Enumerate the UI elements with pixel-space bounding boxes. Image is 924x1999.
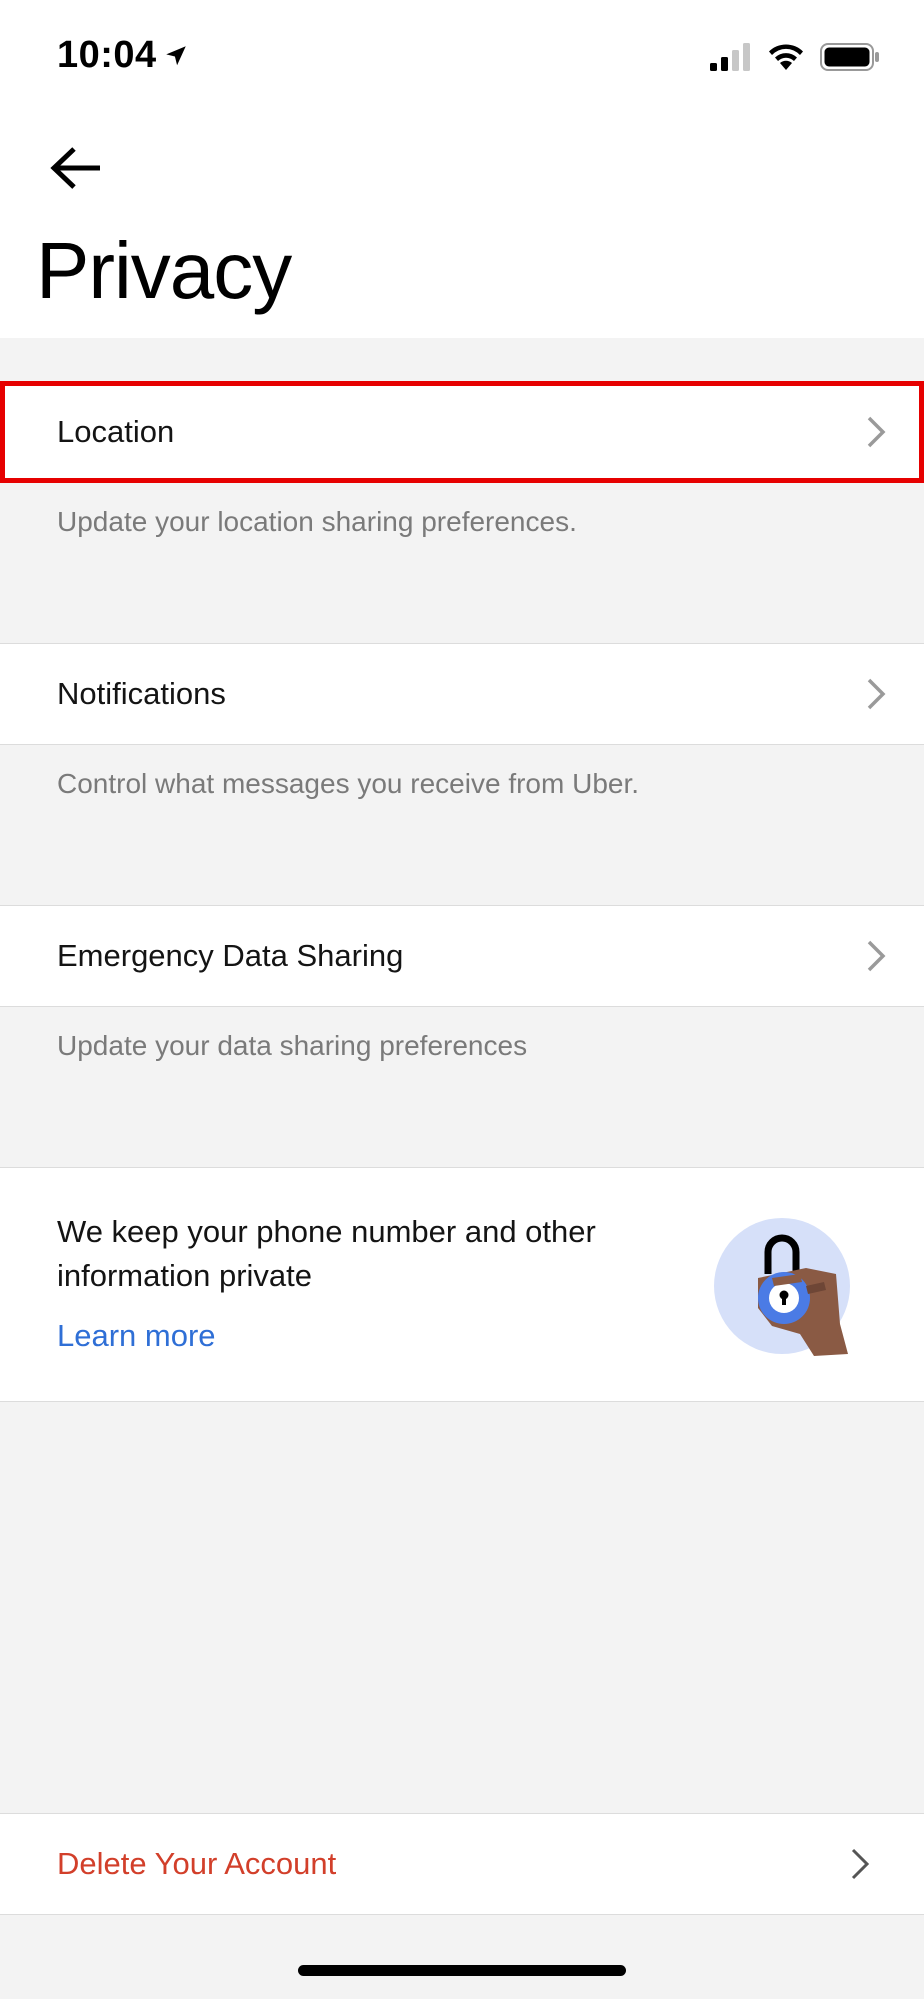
location-description: Update your location sharing preferences… <box>57 506 577 537</box>
privacy-info-card: We keep your phone number and other info… <box>0 1167 924 1402</box>
battery-icon <box>820 43 879 71</box>
privacy-info-text: We keep your phone number and other info… <box>57 1214 596 1293</box>
status-bar-time: 10:04 <box>57 34 189 77</box>
home-indicator <box>298 1965 626 1976</box>
location-arrow-icon <box>165 45 186 65</box>
cellular-signal-icon <box>710 43 750 71</box>
emergency-data-sharing-label: Emergency Data Sharing <box>57 938 404 973</box>
chevron-right-icon <box>851 1848 870 1880</box>
emergency-data-sharing-description: Update your data sharing preferences <box>57 1030 528 1061</box>
wifi-icon <box>769 44 803 70</box>
location-label: Location <box>57 414 175 449</box>
location-row[interactable]: Location <box>0 381 924 483</box>
delete-account-row[interactable]: Delete Your Account <box>0 1813 924 1915</box>
notifications-description: Control what messages you receive from U… <box>57 768 640 799</box>
header-area: 10:04 Privacy <box>0 0 924 338</box>
status-time-text: 10:04 <box>57 34 157 76</box>
privacy-screen: 10:04 Privacy Location Update your locat… <box>0 0 924 1999</box>
delete-account-label: Delete Your Account <box>57 1846 337 1881</box>
back-arrow-icon <box>50 147 100 189</box>
status-bar-indicators <box>710 42 880 72</box>
chevron-right-icon <box>867 940 886 972</box>
notifications-row[interactable]: Notifications <box>0 643 924 745</box>
padlock-hand-icon <box>714 1218 850 1356</box>
chevron-right-icon <box>867 678 886 710</box>
chevron-right-icon <box>867 416 886 448</box>
learn-more-link[interactable]: Learn more <box>57 1318 216 1354</box>
emergency-data-sharing-row[interactable]: Emergency Data Sharing <box>0 905 924 1007</box>
back-button[interactable] <box>44 136 108 200</box>
notifications-label: Notifications <box>57 676 226 711</box>
page-title: Privacy <box>36 226 292 315</box>
